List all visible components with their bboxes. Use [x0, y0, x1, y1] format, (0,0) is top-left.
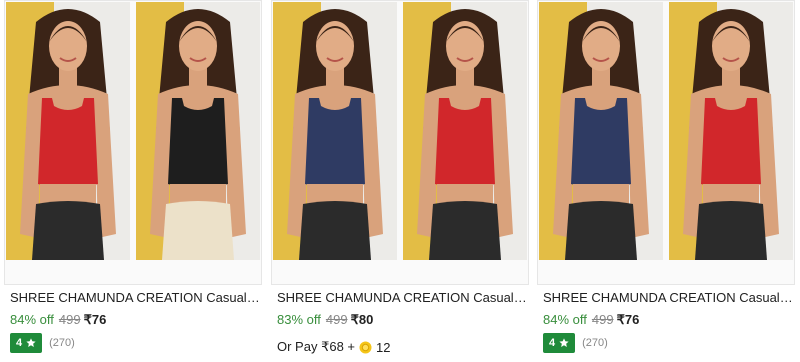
selling-price: ₹76 [616, 312, 640, 327]
supercoin-icon [359, 341, 372, 354]
discount-label: 84% off [10, 312, 54, 327]
rating-badge: 4 [543, 333, 576, 353]
rating-value: 4 [16, 337, 23, 349]
mrp-price: 499 [591, 312, 614, 327]
rating-row: 4 (270) [10, 333, 75, 353]
rating-count: (270) [49, 337, 75, 349]
product-title[interactable]: SHREE CHAMUNDA CREATION Casual Solid Wom… [10, 290, 262, 305]
product-title[interactable]: SHREE CHAMUNDA CREATION Casual Solid Wom… [543, 290, 795, 305]
supercoin-offer: Or Pay ₹68 + 12 [277, 339, 390, 355]
product-card[interactable]: SHREE CHAMUNDA CREATION Casual Solid Wom… [271, 0, 533, 362]
mrp-price: 499 [325, 312, 348, 327]
pay-label: Or Pay ₹68 + [277, 339, 355, 354]
selling-price: ₹76 [83, 312, 107, 327]
rating-count: (270) [582, 337, 608, 349]
discount-label: 83% off [277, 312, 321, 327]
product-photo [669, 2, 793, 260]
discount-label: 84% off [543, 312, 587, 327]
product-photo [403, 2, 527, 260]
rating-row: 4 (270) [543, 333, 608, 353]
product-image-carousel[interactable] [537, 0, 795, 285]
price-row: 84% off 499 ₹76 [543, 312, 639, 328]
product-photo [6, 2, 130, 260]
product-image-carousel[interactable] [271, 0, 529, 285]
product-photo [539, 2, 663, 260]
price-row: 84% off 499 ₹76 [10, 312, 106, 328]
product-card[interactable]: SHREE CHAMUNDA CREATION Casual Solid Wom… [537, 0, 799, 362]
rating-badge: 4 [10, 333, 43, 353]
price-row: 83% off 499 ₹80 [277, 312, 373, 328]
product-card[interactable]: SHREE CHAMUNDA CREATION Casual Solid Wom… [4, 0, 266, 362]
selling-price: ₹80 [350, 312, 374, 327]
product-title[interactable]: SHREE CHAMUNDA CREATION Casual Solid Wom… [277, 290, 529, 305]
product-image-carousel[interactable] [4, 0, 262, 285]
coin-amount: 12 [376, 339, 391, 355]
product-photo [136, 2, 260, 260]
product-photo [273, 2, 397, 260]
star-icon [26, 338, 36, 347]
mrp-price: 499 [58, 312, 81, 327]
star-icon [559, 338, 569, 347]
rating-value: 4 [549, 337, 556, 349]
